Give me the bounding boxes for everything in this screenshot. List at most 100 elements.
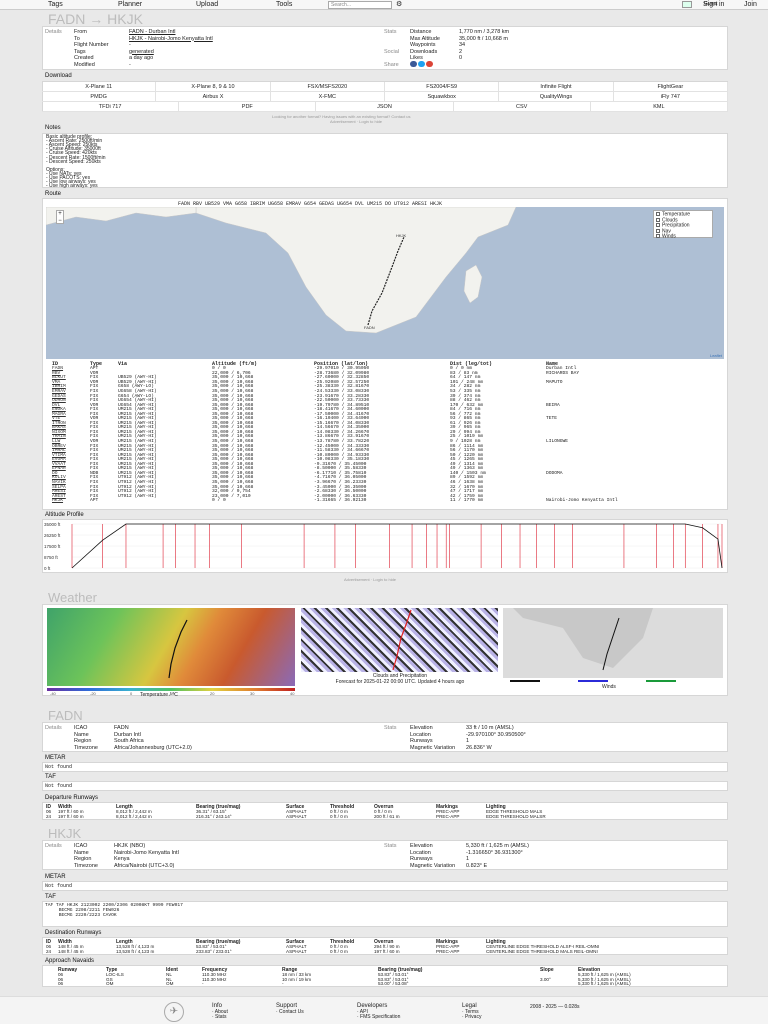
hkjk-runway-cell: ASPHALT	[286, 948, 307, 954]
map-label-hkjk: HKJK	[396, 233, 407, 238]
layer-control[interactable]: Temperature Clouds Precipitation Nav Winds	[653, 210, 713, 240]
join-link[interactable]: Join	[744, 1, 757, 8]
fadn-stats-label: Stats	[384, 725, 397, 731]
avatar	[682, 1, 692, 8]
nav-upload[interactable]: Upload	[196, 1, 218, 8]
details-value: -	[129, 61, 131, 68]
signin-link-text[interactable]: Sign in	[703, 1, 724, 8]
winds-caption: Winds	[602, 684, 616, 690]
hkjk-runway-cell: 13,528 ft / 4,123 m	[116, 948, 155, 954]
zoom-controls[interactable]: + −	[56, 210, 64, 224]
madagascar-land	[463, 264, 483, 304]
hkjk-navaid-cell: OM	[166, 981, 174, 986]
temperature-tick: -20	[90, 691, 96, 696]
footer-developers-link[interactable]: · FMS Specification	[357, 1014, 400, 1020]
hkjk-runway-cell: 24	[46, 948, 52, 954]
temperature-tick: 20	[210, 691, 215, 696]
map-label-fadn: FADN	[364, 325, 375, 330]
download-fs2004-fs9[interactable]: FS2004/FS9	[385, 82, 500, 92]
fadn-metar-label: METAR	[45, 755, 66, 761]
hkjk-stats-value: 0.823° E	[466, 862, 488, 869]
nav-tags[interactable]: Tags	[48, 1, 63, 8]
footer-info-link[interactable]: · Stats	[212, 1014, 226, 1020]
waypoint-id[interactable]: HKJK	[52, 499, 63, 504]
route-map[interactable]: HKJK FADN + − Temperature Clouds Precipitat…	[46, 207, 724, 359]
checkbox-icon[interactable]	[656, 217, 660, 222]
waypoint-cell: BEIRA	[546, 402, 560, 408]
download-csv[interactable]: CSV	[453, 102, 591, 112]
download-x-fmc[interactable]: X-FMC	[270, 92, 385, 102]
fadn-runways-label: Departure Runways	[45, 795, 99, 801]
fadn-taf: Not found	[45, 783, 73, 789]
download-ifly-747[interactable]: iFly 747	[613, 92, 728, 102]
hkjk-taf-label: TAF	[45, 894, 56, 900]
details-value: a day ago	[129, 55, 154, 61]
checkbox-icon[interactable]	[656, 228, 660, 233]
email-icon[interactable]	[426, 61, 433, 67]
checkbox-icon[interactable]	[656, 223, 660, 228]
altitude-label: Altitude Profile	[45, 512, 84, 518]
footer-support-link[interactable]: · Contact Us	[276, 1009, 304, 1015]
route-label: Route	[45, 191, 62, 197]
search-input[interactable]: Search...	[328, 1, 392, 9]
hkjk-value: Africa/Nairobi (UTC+3.0)	[114, 862, 175, 869]
download-tfdi-717[interactable]: TFDi 717	[42, 102, 180, 112]
hkjk-runway-cell: PREC-APP	[436, 948, 460, 954]
altitude-tick-label: 0 ft	[44, 566, 51, 571]
top-nav: Tags Planner Upload Tools Search... ⚙ Gu…	[0, 0, 768, 10]
download-json[interactable]: JSON	[316, 102, 454, 112]
temperature-tick: 40	[290, 691, 295, 696]
hkjk-metar-panel	[42, 881, 728, 891]
download-pdf[interactable]: PDF	[179, 102, 317, 112]
download-pmdg[interactable]: PMDG	[42, 92, 157, 102]
nav-planner[interactable]: Planner	[118, 1, 142, 8]
download-x-plane-11[interactable]: X-Plane 11	[42, 82, 157, 92]
download-x-plane-8-9-10[interactable]: X-Plane 8, 9 & 10	[156, 82, 271, 92]
download-squawkbox[interactable]: Squawkbox	[385, 92, 500, 102]
footer-legal-link[interactable]: · Privacy	[462, 1014, 481, 1020]
hkjk-navaid-cell: 10 nm / 19 km	[282, 976, 312, 982]
leaflet-attribution[interactable]: Leaflet	[710, 353, 722, 358]
social-label: Social	[384, 48, 399, 55]
download-flightgear[interactable]: FlightGear	[613, 82, 728, 92]
wp-col-header: Via	[118, 361, 128, 367]
ad-note: Advertisement · Login to hide	[330, 119, 383, 124]
stats-value: 0	[459, 55, 463, 61]
share-label: Share	[384, 61, 399, 68]
copyright: 2008 - 2025 — 0.028s	[530, 1004, 580, 1010]
hkjk-navaid-cell: -	[282, 981, 284, 986]
fadn-key: Timezone	[74, 744, 98, 751]
download-fsx-msfs2020[interactable]: FSX/MSFS2020	[270, 82, 385, 92]
layer-winds[interactable]: Winds	[656, 234, 710, 240]
fadn-metar: Not found	[45, 764, 73, 770]
fadn-stats-value: 26.836° W	[466, 744, 492, 751]
checkbox-icon[interactable]	[656, 212, 660, 216]
download-airbus-x[interactable]: Airbus X	[156, 92, 271, 102]
fadn-runway-cell: 8,012 ft / 2,442 m	[116, 813, 152, 819]
waypoint-cell: Nairobi-Jomo Kenyatta Intl	[546, 498, 618, 504]
download-infinite-flight[interactable]: Infinite Flight	[499, 82, 614, 92]
clouds-map-svg	[392, 609, 412, 671]
logo-icon: ✈	[164, 1002, 184, 1022]
download-kml[interactable]: KML	[590, 102, 728, 112]
fadn-taf-label: TAF	[45, 774, 56, 780]
gear-icon[interactable]: ⚙	[396, 0, 402, 8]
stats-label: Stats	[384, 29, 397, 35]
wind-legend-3	[646, 680, 676, 682]
nav-tools[interactable]: Tools	[276, 1, 292, 8]
hkjk-taf-line: BECMG 2220/2223 CAVOK	[45, 913, 117, 918]
hkjk-runway-cell: 233.83° / 233.01°	[196, 948, 232, 954]
waypoint-cell: DODOMA	[546, 470, 563, 476]
twitter-icon[interactable]	[418, 61, 425, 67]
details-key: Modified	[74, 61, 95, 68]
altitude-tick-label: 26250 ft	[44, 533, 61, 538]
checkbox-icon[interactable]	[656, 234, 660, 239]
waypoint-cell: APT	[90, 498, 99, 504]
hkjk-navaid-cell: 5,330 ft / 1,625 m (AMSL)	[578, 981, 631, 986]
facebook-icon[interactable]	[410, 61, 417, 67]
details-value[interactable]: HKJK - Nairobi-Jomo Kenyatta Intl	[129, 36, 213, 43]
clouds-map	[301, 608, 498, 672]
fadn-title: FADN	[48, 708, 83, 723]
download-qualitywings[interactable]: QualityWings	[499, 92, 614, 102]
hkjk-navaid-cell: 110.30 MHz	[202, 976, 227, 982]
